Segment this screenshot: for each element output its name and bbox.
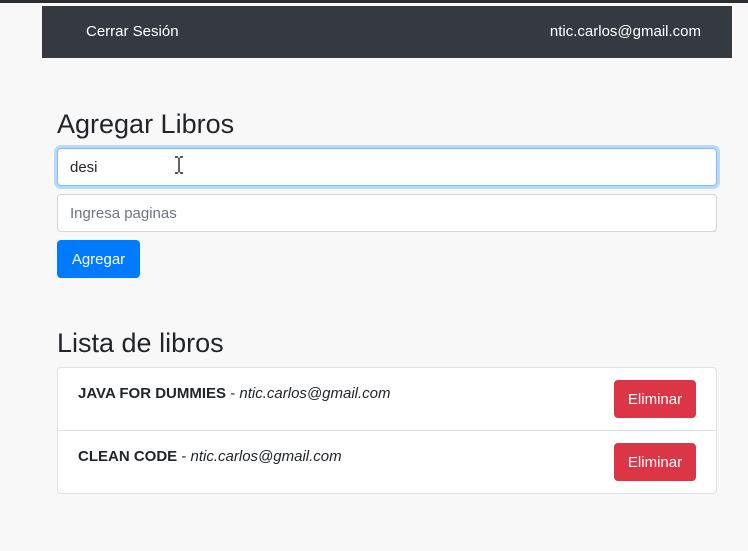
- book-author: ntic.carlos@gmail.com: [239, 385, 391, 402]
- delete-book-button[interactable]: Eliminar: [614, 443, 696, 481]
- book-separator: -: [226, 385, 240, 402]
- book-separator: -: [177, 448, 191, 465]
- add-book-button[interactable]: Agregar: [57, 240, 140, 278]
- add-books-heading: Agregar Libros: [57, 109, 235, 139]
- book-entry: JAVA FOR DUMMIES - ntic.carlos@gmail.com: [78, 385, 391, 402]
- logout-link[interactable]: Cerrar Sesión: [86, 23, 179, 40]
- navbar: Cerrar Sesión ntic.carlos@gmail.com: [42, 6, 732, 58]
- list-item: JAVA FOR DUMMIES - ntic.carlos@gmail.com…: [58, 368, 716, 431]
- book-entry: CLEAN CODE - ntic.carlos@gmail.com: [78, 448, 342, 465]
- book-title: CLEAN CODE: [78, 448, 178, 465]
- book-pages-input[interactable]: [57, 194, 717, 232]
- book-title: JAVA FOR DUMMIES: [78, 385, 227, 402]
- book-list-heading: Lista de libros: [57, 328, 224, 358]
- window-top-border: [0, 0, 748, 3]
- book-list: JAVA FOR DUMMIES - ntic.carlos@gmail.com…: [57, 367, 717, 494]
- book-author: ntic.carlos@gmail.com: [190, 448, 342, 465]
- list-item: CLEAN CODE - ntic.carlos@gmail.com Elimi…: [58, 431, 716, 493]
- user-email: ntic.carlos@gmail.com: [549, 23, 701, 40]
- book-title-input[interactable]: [57, 148, 717, 186]
- delete-book-button[interactable]: Eliminar: [614, 380, 696, 418]
